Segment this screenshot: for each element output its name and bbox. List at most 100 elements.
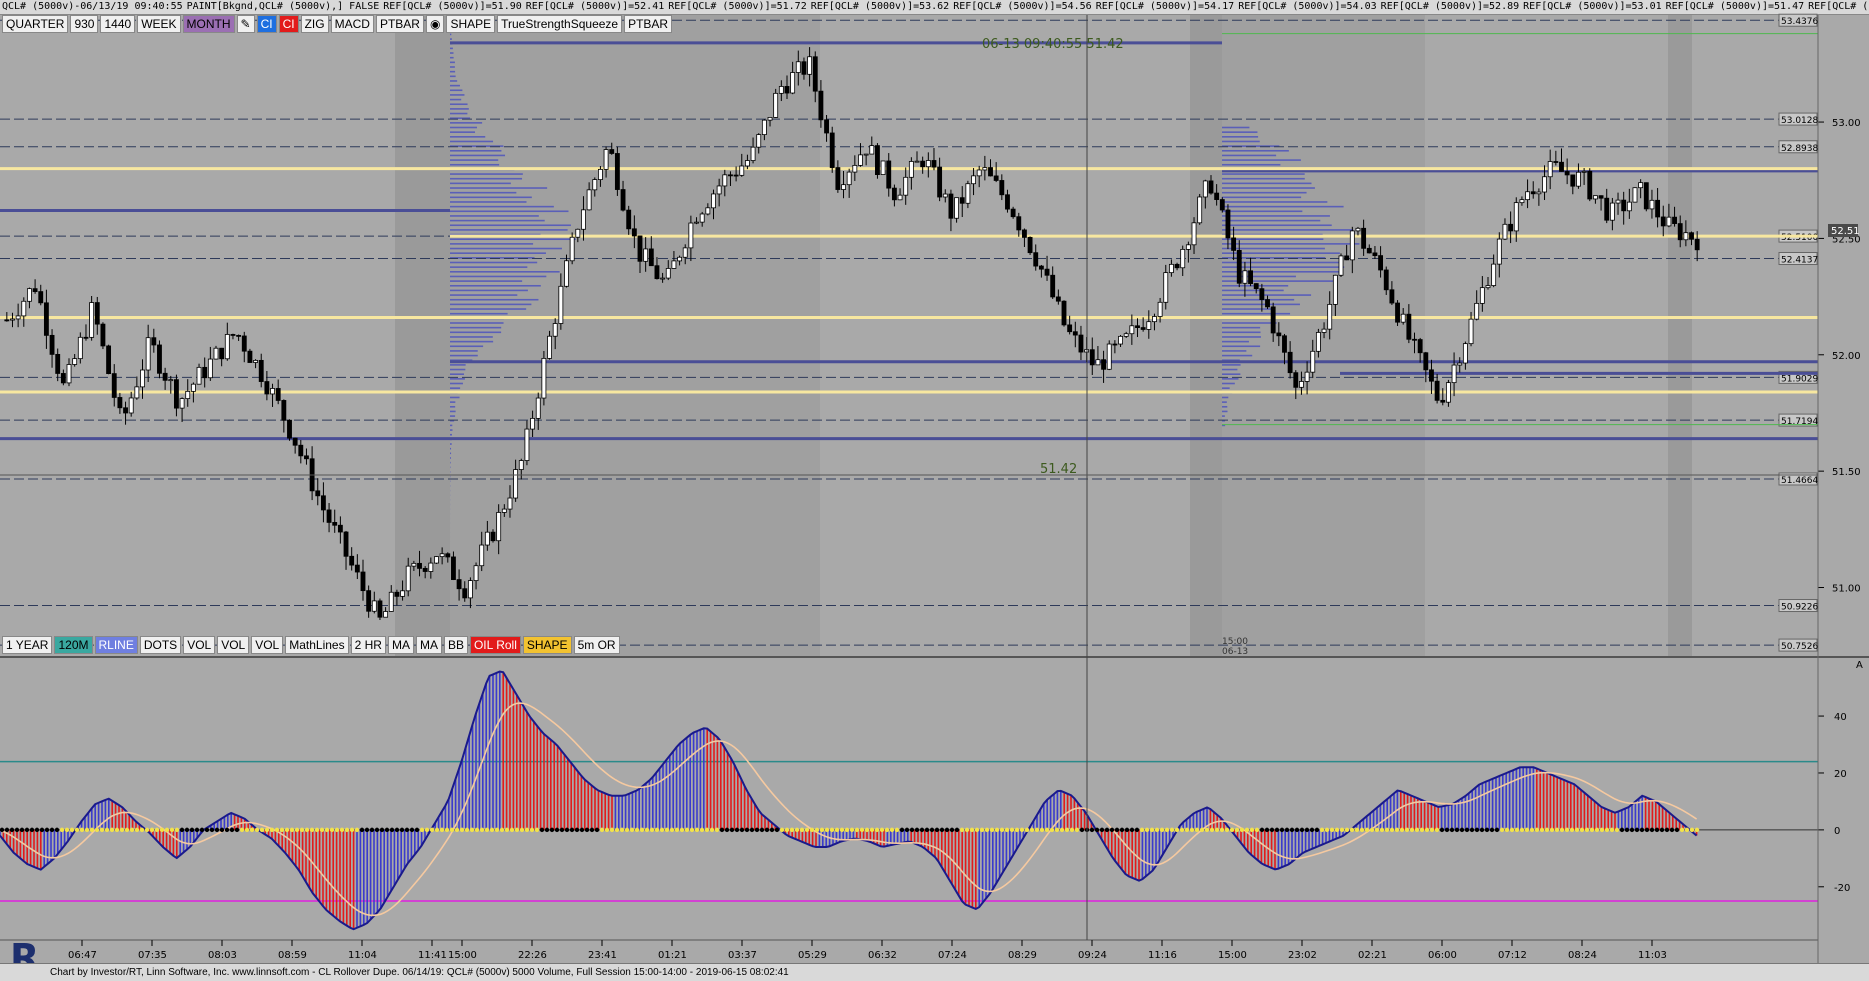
candle-body [683, 248, 687, 257]
x-tick-label: 11:16 [1148, 950, 1177, 961]
toolbar-top-button[interactable]: WEEK [137, 15, 180, 33]
candle-body [1175, 264, 1179, 267]
candle-body [440, 554, 444, 557]
volume-profile-bar [450, 271, 560, 273]
candle-body [1096, 360, 1100, 365]
candle-body [1661, 217, 1665, 226]
candle-body [1627, 202, 1631, 211]
toolbar-bottom-button[interactable]: 1 YEAR [2, 636, 52, 654]
volume-profile-bar [450, 224, 571, 226]
candle-body [1124, 334, 1128, 337]
candle-body [1090, 350, 1094, 365]
squeeze-dot [1035, 828, 1039, 832]
squeeze-dot [690, 828, 694, 832]
squeeze-dot [40, 828, 44, 832]
toolbar-bottom-button[interactable]: 2 HR [351, 636, 386, 654]
toolbar-bottom-button[interactable]: 5m OR [574, 636, 620, 654]
squeeze-dot [1620, 828, 1624, 832]
squeeze-dot [540, 828, 544, 832]
x-tick-label: 22:26 [518, 950, 547, 961]
x-tick-label: 08:59 [278, 950, 307, 961]
candle-body [1260, 289, 1264, 300]
candle-body [1452, 365, 1456, 383]
squeeze-dot [1175, 828, 1179, 832]
volume-profile-bar [450, 122, 482, 124]
squeeze-dot [590, 828, 594, 832]
volume-profile-bar [1222, 290, 1284, 292]
toolbar-bottom-button[interactable]: RLINE [95, 636, 138, 654]
toolbar-bottom-button[interactable]: VOL [251, 636, 283, 654]
candle-body [395, 592, 399, 596]
toolbar-top-button[interactable]: CI [257, 15, 277, 33]
toolbar-top-button[interactable]: PTBAR [376, 15, 424, 33]
toolbar-top-button[interactable]: ✎ [237, 15, 255, 33]
toolbar-top-button[interactable]: ZIG [301, 15, 329, 33]
squeeze-dot [1110, 828, 1114, 832]
squeeze-dot [1555, 828, 1559, 832]
candle-body [344, 532, 348, 556]
candle-body [1492, 264, 1496, 285]
toolbar-top-button[interactable]: MONTH [183, 15, 235, 33]
candle-body [287, 420, 291, 438]
toolbar-bottom-button[interactable]: DOTS [140, 636, 181, 654]
squeeze-dot [695, 828, 699, 832]
squeeze-dot [500, 828, 504, 832]
toolbar-top-button[interactable]: PTBAR [624, 15, 672, 33]
volume-profile-bar [450, 76, 456, 78]
candle-body [1017, 217, 1021, 230]
candle-body [412, 563, 416, 566]
candle-body [1379, 256, 1383, 270]
volume-profile-bar [450, 336, 493, 338]
candle-body [321, 496, 325, 510]
candle-body [299, 445, 303, 456]
last-price-label: 52.51 [1831, 226, 1860, 237]
toolbar-bottom-button[interactable]: MathLines [285, 636, 348, 654]
toolbar-top-button[interactable]: 930 [70, 15, 98, 33]
chart-canvas[interactable]: 53.437653.012852.893852.510052.413751.90… [0, 0, 1869, 980]
candle-body [254, 360, 258, 362]
toolbar-top-button[interactable]: CI [279, 15, 299, 33]
candle-body [22, 301, 26, 316]
candle-body [50, 335, 54, 354]
squeeze-dot [1370, 828, 1374, 832]
squeeze-dot [190, 828, 194, 832]
squeeze-dot [520, 828, 524, 832]
toolbar-top-button[interactable]: MACD [331, 15, 374, 33]
volume-profile-bar [450, 164, 499, 166]
toolbar-bottom-button[interactable]: 120M [54, 636, 92, 654]
toolbar-bottom-button[interactable]: VOL [217, 636, 249, 654]
toolbar-bottom-button[interactable]: OIL Roll [470, 636, 521, 654]
toolbar-top-button[interactable]: QUARTER [2, 15, 68, 33]
squeeze-dot [410, 828, 414, 832]
squeeze-dot [575, 828, 579, 832]
volume-profile-bar [450, 62, 455, 64]
candle-body [135, 387, 139, 398]
toolbar-top-button[interactable]: SHAPE [446, 15, 495, 33]
squeeze-dot [525, 828, 529, 832]
toolbar-bottom-button[interactable]: BB [444, 636, 468, 654]
volume-profile-bar [450, 197, 532, 199]
status-bar: Chart by Investor/RT, Linn Software, Inc… [0, 963, 1869, 981]
candle-body [1045, 269, 1049, 275]
candle-body [655, 266, 659, 279]
candle-body [1299, 381, 1303, 387]
y-tick-label: 52.00 [1832, 351, 1861, 362]
volume-profile-bar [450, 159, 498, 161]
toolbar-top-button[interactable]: TrueStrengthSqueeze [497, 15, 622, 33]
toolbar-bottom-button[interactable]: SHAPE [523, 636, 572, 654]
squeeze-dot [860, 828, 864, 832]
candle-body [401, 591, 405, 597]
volume-profile-bar [450, 415, 455, 417]
toolbar-bottom-button[interactable]: VOL [183, 636, 215, 654]
candle-body [95, 303, 99, 325]
toolbar-top-button[interactable]: ◉ [426, 15, 444, 33]
squeeze-dot [310, 828, 314, 832]
toolbar-top: QUARTER9301440WEEKMONTH✎CICIZIGMACDPTBAR… [2, 15, 672, 33]
toolbar-bottom-button[interactable]: MA [416, 636, 442, 654]
candle-body [649, 249, 653, 266]
toolbar-top-button[interactable]: 1440 [100, 15, 135, 33]
session-band [450, 15, 820, 656]
squeeze-dot [85, 828, 89, 832]
candle-body [1311, 351, 1315, 372]
toolbar-bottom-button[interactable]: MA [388, 636, 414, 654]
